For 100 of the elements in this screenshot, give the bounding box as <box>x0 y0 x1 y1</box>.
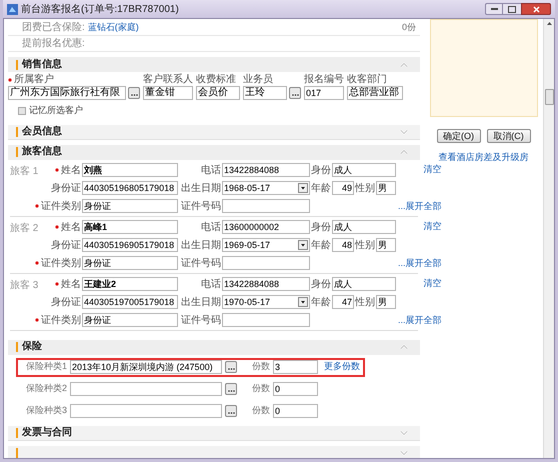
accent-bar <box>16 60 18 70</box>
field-label: 姓名 <box>42 220 82 234</box>
field-label: 保险种类3 <box>26 404 68 418</box>
input-field[interactable]: 身份证 <box>82 313 178 327</box>
accent-bar <box>16 428 18 438</box>
input-field[interactable]: 高峰1 <box>82 220 178 234</box>
app-icon <box>7 4 18 14</box>
field-label: 证件类别 <box>34 198 82 214</box>
field-label: 性别 <box>354 238 376 252</box>
checkbox[interactable] <box>18 106 26 115</box>
expand-all-link[interactable]: ...展开全部 <box>398 200 442 214</box>
more-link[interactable]: 更多份数 <box>324 360 360 374</box>
input-field[interactable]: 0 <box>273 404 318 418</box>
input-field[interactable]: 440305197005179018 <box>82 295 178 309</box>
section-header[interactable]: 保险 <box>8 340 420 354</box>
browse-button[interactable] <box>128 87 140 99</box>
input-field[interactable]: 男 <box>376 295 396 309</box>
input-field[interactable]: 董金钳 <box>143 86 193 100</box>
browse-button[interactable] <box>225 405 238 417</box>
input-field[interactable]: 0 <box>273 382 318 396</box>
clear-link[interactable]: 清空 <box>424 162 442 176</box>
input-field[interactable]: 身份证 <box>82 256 178 270</box>
input-field[interactable]: 会员价 <box>196 86 240 100</box>
input-field[interactable] <box>222 313 310 327</box>
expand-all-link[interactable]: ...展开全部 <box>398 314 442 328</box>
browse-button[interactable] <box>289 87 301 99</box>
count-text: 0份 <box>402 20 416 34</box>
field-label: 证件类别 <box>34 256 82 270</box>
field-label: 保险种类2 <box>26 382 68 396</box>
input-field[interactable] <box>222 199 310 213</box>
input-field[interactable]: 刘燕 <box>82 163 178 177</box>
input-field[interactable]: 440305196805179018 <box>82 181 178 195</box>
clear-link[interactable]: 清空 <box>424 220 442 233</box>
date-dropdown[interactable]: 1968-05-17 <box>222 181 310 195</box>
section-header[interactable]: 发票与合同 <box>8 426 420 440</box>
input-field[interactable]: 男 <box>376 238 396 252</box>
input-field[interactable] <box>70 382 222 396</box>
field-label: 份数 <box>252 404 270 418</box>
accent-bar <box>16 448 18 458</box>
field-label: 年龄 <box>310 296 332 310</box>
dialog-button[interactable]: 确定(O) <box>436 129 480 143</box>
input-field[interactable]: 017 <box>304 86 344 100</box>
section-title: 会员信息 <box>22 126 62 136</box>
minimize-button[interactable] <box>485 3 503 15</box>
input-field[interactable]: 440305196905179018 <box>82 238 178 252</box>
section-title: 销售信息 <box>22 60 62 70</box>
input-field[interactable] <box>222 256 310 270</box>
field-label: 身份 <box>310 164 332 178</box>
required-icon <box>55 168 59 172</box>
field-label: 姓名 <box>42 162 82 178</box>
input-field[interactable]: 身份证 <box>82 199 178 213</box>
info-label: 团费已含保险: <box>22 20 85 35</box>
section-header[interactable]: 会员信息 <box>8 124 420 140</box>
date-dropdown[interactable]: 1970-05-17 <box>222 295 310 309</box>
input-field[interactable]: 13422884088 <box>222 277 310 291</box>
date-dropdown[interactable]: 1969-05-17 <box>222 238 310 252</box>
browse-button[interactable] <box>225 383 238 395</box>
hotel-link[interactable]: 查看酒店房差及升级房 <box>438 151 528 164</box>
input-field[interactable]: 成人 <box>332 220 396 234</box>
clear-link[interactable]: 清空 <box>424 276 442 290</box>
input-field[interactable]: 13600000002 <box>222 220 310 234</box>
close-button[interactable] <box>521 3 551 15</box>
field-label: 年龄 <box>310 182 332 196</box>
field-label: 份数 <box>252 382 270 396</box>
section-header[interactable]: 销售信息 <box>8 57 420 72</box>
field-label: 姓名 <box>42 276 82 292</box>
expand-all-link[interactable]: ...展开全部 <box>398 257 442 270</box>
field-label: 保险种类1 <box>26 360 68 374</box>
input-field[interactable]: 13422884088 <box>222 163 310 177</box>
field-label: 份数 <box>252 360 270 374</box>
field-label: 业务员 <box>243 73 274 86</box>
browse-button[interactable] <box>225 361 238 373</box>
maximize-button[interactable] <box>503 3 521 15</box>
input-field[interactable]: 王玲 <box>243 86 287 100</box>
input-field[interactable]: 成人 <box>332 277 396 291</box>
info-label: 提前报名优惠: <box>22 36 85 51</box>
field-label: 收费标准 <box>196 73 237 86</box>
section-header[interactable]: 旅客信息 <box>8 144 420 160</box>
field-label: 出生日期 <box>180 182 222 196</box>
input-field[interactable]: 3 <box>273 360 318 374</box>
input-field[interactable]: 2013年10月新深圳境内游 (247500) <box>70 360 222 374</box>
input-field[interactable]: 成人 <box>332 163 396 177</box>
checkbox-label: 记忆所选客户 <box>29 104 83 117</box>
insurance-link[interactable]: 蓝钻石(家庭) <box>88 20 139 34</box>
input-field[interactable]: 47 <box>332 295 354 309</box>
field-label: 收客部门 <box>347 73 388 86</box>
input-field[interactable]: 48 <box>332 238 354 252</box>
dialog-button[interactable]: 取消(C) <box>486 129 530 143</box>
field-label: 报名编号 <box>304 73 344 86</box>
input-field[interactable]: 男 <box>376 181 396 195</box>
required-icon <box>35 318 39 322</box>
field-label: 电话 <box>200 164 222 178</box>
accent-bar <box>16 147 18 157</box>
input-field[interactable]: 49 <box>332 181 354 195</box>
field-label: 证件号码 <box>180 200 222 214</box>
scroll-thumb[interactable] <box>544 89 554 105</box>
field-label: 身份证 <box>50 182 82 196</box>
input-field[interactable] <box>70 404 222 418</box>
input-field[interactable]: 王建业2 <box>82 277 178 291</box>
required-icon <box>8 78 12 82</box>
